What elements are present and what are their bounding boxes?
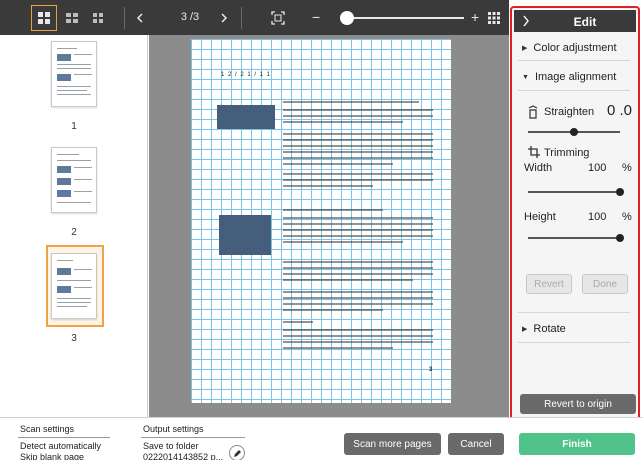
height-unit: % bbox=[622, 211, 632, 223]
thumbnail-grid-button[interactable] bbox=[482, 6, 506, 30]
height-slider-track[interactable] bbox=[528, 237, 620, 239]
revert-button[interactable]: Revert bbox=[526, 274, 572, 294]
scan-settings-heading: Scan settings bbox=[20, 424, 75, 434]
divider bbox=[518, 90, 630, 91]
color-adjustment-label: Color adjustment bbox=[533, 42, 617, 54]
crop-icon bbox=[528, 146, 540, 158]
edit-panel-header: Edit bbox=[514, 10, 636, 32]
revert-to-origin-button[interactable]: Revert to origin bbox=[520, 394, 636, 414]
page-date-text: 1 2 / 2 1 / 1 1 bbox=[221, 72, 272, 78]
divider bbox=[18, 437, 110, 438]
grid-large-icon bbox=[38, 12, 50, 24]
zoom-slider-handle[interactable] bbox=[340, 11, 355, 25]
caret-down-icon: ▼ bbox=[522, 74, 529, 81]
color-adjustment-section[interactable]: ▶ Color adjustment bbox=[522, 42, 617, 54]
edit-output-button[interactable] bbox=[229, 445, 245, 460]
straighten-slider-handle[interactable] bbox=[570, 128, 578, 136]
finish-button[interactable]: Finish bbox=[519, 433, 635, 455]
rotate-section[interactable]: ▶ Rotate bbox=[522, 323, 566, 335]
page-number-text: 3 bbox=[429, 367, 433, 373]
grid-medium-icon bbox=[66, 13, 78, 23]
straighten-label: Straighten bbox=[544, 106, 595, 118]
thumbnail-page-2[interactable] bbox=[51, 147, 97, 213]
view-small-grid-button[interactable] bbox=[87, 6, 111, 30]
cancel-button[interactable]: Cancel bbox=[448, 433, 504, 455]
zoom-in-button[interactable]: + bbox=[471, 9, 479, 25]
page-photo bbox=[219, 215, 271, 255]
thumbnail-number: 3 bbox=[71, 333, 77, 344]
bottom-bar: Scan settings Detect automatically Skip … bbox=[0, 417, 643, 460]
folder-name-value: 0222014143852 p... bbox=[143, 452, 224, 460]
width-label: Width bbox=[524, 162, 553, 174]
width-unit: % bbox=[622, 162, 632, 174]
grid-small-icon bbox=[93, 13, 103, 23]
divider bbox=[141, 437, 245, 438]
zoom-slider-track[interactable] bbox=[340, 17, 464, 19]
fit-to-window-icon bbox=[271, 11, 285, 25]
pencil-icon bbox=[233, 449, 241, 457]
fit-page-button[interactable] bbox=[266, 6, 290, 30]
edit-panel-title: Edit bbox=[573, 15, 597, 29]
scanned-page[interactable]: 1 2 / 2 1 / 1 1 3 bbox=[191, 39, 451, 403]
image-alignment-label: Image alignment bbox=[534, 71, 617, 83]
zoom-out-button[interactable]: − bbox=[312, 9, 320, 25]
view-medium-grid-button[interactable] bbox=[60, 6, 84, 30]
height-slider-handle[interactable] bbox=[616, 234, 624, 242]
scan-more-pages-button[interactable]: Scan more pages bbox=[344, 433, 441, 455]
thumbnail-page-3[interactable] bbox=[51, 253, 97, 319]
straighten-icon bbox=[528, 105, 538, 119]
page-photo bbox=[217, 105, 275, 129]
divider bbox=[518, 342, 630, 343]
chevron-right-icon bbox=[221, 13, 228, 23]
divider bbox=[518, 312, 630, 313]
app-window: 3 /3 − + 1 2 3 1 2 / 2 1 / 1 1 3 Edit ▶ … bbox=[0, 0, 643, 460]
page-counter: 3 /3 bbox=[180, 11, 200, 23]
output-settings-heading: Output settings bbox=[143, 424, 204, 434]
thumbnail-number: 2 bbox=[71, 227, 77, 238]
straighten-value: 0 .0 bbox=[607, 102, 633, 119]
next-page-button[interactable] bbox=[212, 6, 236, 30]
width-value: 100 bbox=[588, 162, 607, 174]
caret-right-icon: ▶ bbox=[522, 45, 528, 52]
rotate-label: Rotate bbox=[533, 323, 566, 335]
previous-page-button[interactable] bbox=[128, 6, 152, 30]
save-to-folder-value: Save to folder bbox=[143, 441, 199, 451]
width-slider-handle[interactable] bbox=[616, 188, 624, 196]
thumbnail-number: 1 bbox=[71, 121, 77, 132]
view-large-grid-button[interactable] bbox=[31, 5, 57, 31]
scan-detect-value: Detect automatically bbox=[20, 441, 102, 451]
chevron-right-icon[interactable] bbox=[522, 15, 530, 27]
image-alignment-section[interactable]: ▼ Image alignment bbox=[522, 71, 616, 83]
scan-skip-value: Skip blank page bbox=[20, 452, 85, 460]
apps-grid-icon bbox=[488, 12, 500, 24]
height-label: Height bbox=[524, 211, 556, 223]
thumbnail-page-1[interactable] bbox=[51, 41, 97, 107]
width-slider-track[interactable] bbox=[528, 191, 620, 193]
page-preview-area: 1 2 / 2 1 / 1 1 3 bbox=[149, 35, 509, 417]
edit-panel: Edit ▶ Color adjustment ▼ Image alignment … bbox=[510, 6, 640, 422]
done-button[interactable]: Done bbox=[582, 274, 628, 294]
toolbar: 3 /3 − + bbox=[0, 0, 509, 35]
trimming-label: Trimming bbox=[544, 147, 590, 159]
toolbar-divider bbox=[241, 7, 242, 29]
toolbar-divider bbox=[124, 7, 125, 29]
height-value: 100 bbox=[588, 211, 607, 223]
chevron-left-icon bbox=[136, 13, 143, 23]
caret-right-icon: ▶ bbox=[522, 326, 528, 333]
divider bbox=[518, 60, 630, 61]
thumbnail-list: 1 2 3 bbox=[0, 35, 148, 417]
